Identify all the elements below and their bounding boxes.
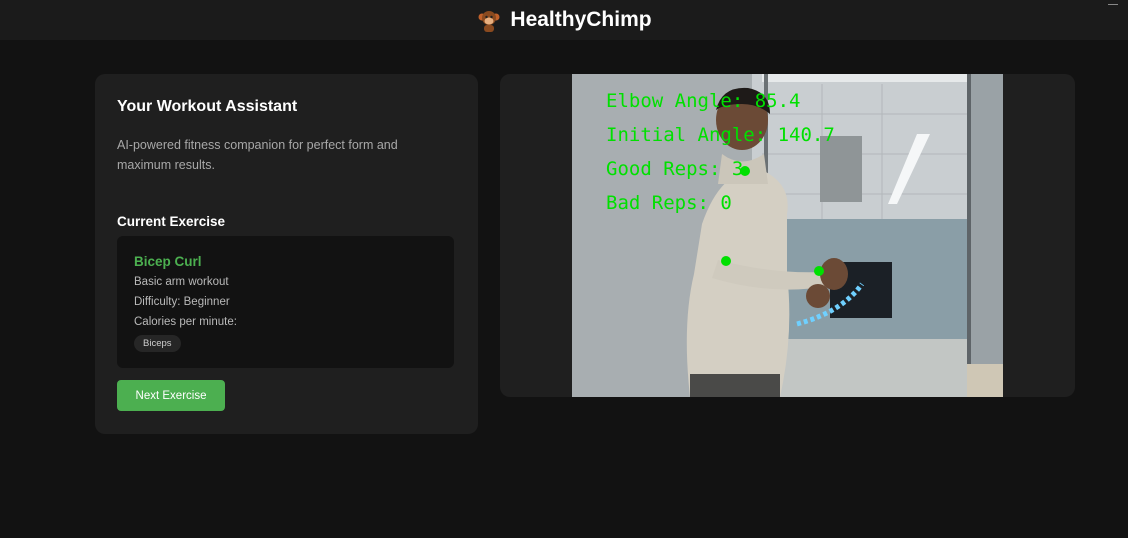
exercise-subtitle: Basic arm workout bbox=[134, 276, 229, 288]
camera-panel: Elbow Angle: 85.4 Initial Angle: 140.7 G… bbox=[500, 74, 1075, 397]
good-reps-readout: Good Reps: 3 bbox=[606, 158, 744, 180]
camera-scene bbox=[572, 74, 1003, 397]
panel-title: Your Workout Assistant bbox=[117, 98, 298, 115]
panel-description: AI-powered fitness companion for perfect… bbox=[117, 138, 398, 172]
bad-reps-readout: Bad Reps: 0 bbox=[606, 192, 732, 214]
top-bar: HealthyChimp bbox=[0, 0, 1128, 40]
brand: HealthyChimp bbox=[476, 7, 652, 33]
current-exercise-label: Current Exercise bbox=[117, 214, 226, 229]
app-title: HealthyChimp bbox=[510, 8, 652, 31]
monkey-icon bbox=[478, 11, 500, 32]
workout-assistant-panel: Your Workout Assistant AI-powered fitnes… bbox=[95, 74, 478, 434]
window-minimize-icon[interactable] bbox=[1108, 4, 1118, 5]
exercise-calories: Calories per minute: bbox=[134, 316, 237, 328]
initial-angle-readout: Initial Angle: 140.7 bbox=[606, 124, 835, 146]
elbow-angle-readout: Elbow Angle: 85.4 bbox=[606, 90, 801, 112]
exercise-card: Bicep Curl Basic arm workout Difficulty:… bbox=[117, 236, 454, 368]
next-exercise-button[interactable]: Next Exercise bbox=[117, 380, 225, 411]
exercise-difficulty: Difficulty: Beginner bbox=[134, 296, 230, 308]
muscle-tag: Biceps bbox=[134, 335, 181, 352]
exercise-name: Bicep Curl bbox=[134, 254, 202, 269]
camera-feed: Elbow Angle: 85.4 Initial Angle: 140.7 G… bbox=[572, 74, 1003, 397]
